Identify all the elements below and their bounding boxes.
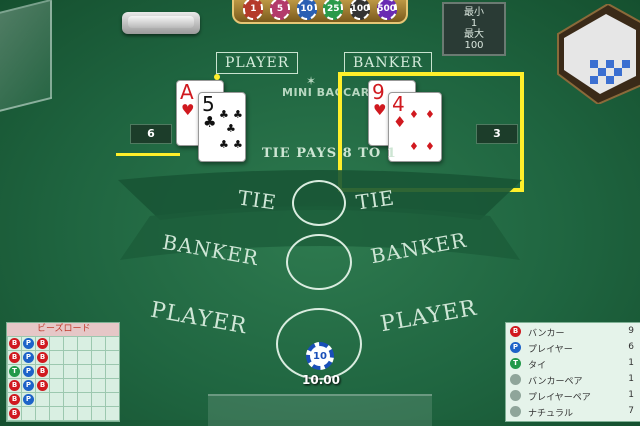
statistics-panel: B バンカー 9 P プレイヤー 6 T タイ 1 バンカーペア 1 プレイヤーペア 1 ナチュラル 7 (505, 322, 640, 422)
tie-pays-text: TIE PAYS 8 TO 1 (262, 146, 397, 161)
bead-road-title: ビーズロード (7, 323, 119, 336)
club-pip-icon: ♣ (219, 108, 229, 121)
banker-side-label: BANKER (344, 52, 432, 74)
max-label: 最大 (464, 29, 484, 40)
bead-road-grid: BPBBPBTPBBPBBPB (7, 336, 119, 421)
bet-chip[interactable]: 10 (306, 342, 334, 370)
bead-P: P (23, 380, 34, 391)
stat-value: 9 (628, 326, 634, 336)
stat-icon (510, 406, 521, 417)
club-pip-icon: ♣ (219, 138, 229, 151)
bead-B: B (37, 352, 48, 363)
chip-500: 500 (376, 0, 397, 20)
bead-P: P (23, 338, 34, 349)
bead-B: B (37, 380, 48, 391)
stat-value: 7 (628, 406, 634, 416)
bet-amount: 10.00 (302, 373, 340, 387)
stat-label: ナチュラル (528, 409, 574, 419)
min-value: 1 (470, 18, 478, 29)
card-rank: 5 (202, 92, 215, 116)
bead-road: ビーズロード BPBBPBTPBBPBBPB (6, 322, 120, 422)
bead-P: P (23, 352, 34, 363)
card-shoe-handle (122, 12, 200, 34)
bead-T: T (9, 366, 20, 377)
club-icon: ♣ (203, 113, 217, 131)
club-pip-icon: ♣ (233, 108, 243, 121)
max-value: 100 (464, 40, 484, 51)
club-pip-icon: ♣ (233, 138, 243, 151)
stat-row: B バンカー 9 (506, 324, 640, 340)
bead-B: B (9, 394, 20, 405)
chip-10: 10 (296, 0, 317, 20)
chip-1: 1 (243, 0, 264, 20)
bead-B: B (9, 352, 20, 363)
player-card-2: 5 ♣ ♣ ♣ ♣ ♣ ♣ (198, 92, 246, 162)
stat-icon (510, 390, 521, 401)
banker-bet-spot[interactable] (286, 234, 352, 290)
stat-label: プレイヤー (528, 345, 573, 355)
stat-row: ナチュラル 7 (506, 404, 640, 420)
stat-row: バンカーペア 1 (506, 372, 640, 388)
bead-B: B (37, 366, 48, 377)
stat-value: 6 (628, 342, 634, 352)
chip-100: 100 (349, 0, 370, 20)
stat-value: 1 (628, 358, 634, 368)
stat-icon: T (510, 358, 521, 369)
bead-B: B (9, 380, 20, 391)
chip-tray: 1 5 10 25 100 500 (232, 0, 408, 24)
highlight-underline (116, 153, 180, 156)
stat-icon: B (510, 326, 521, 337)
stat-label: タイ (528, 361, 547, 371)
player-score: 6 (130, 124, 172, 144)
stat-value: 1 (628, 374, 634, 384)
stat-row: P プレイヤー 6 (506, 340, 640, 356)
stat-label: バンカーペア (528, 377, 583, 387)
card-shoe (557, 4, 640, 104)
stat-label: バンカー (528, 329, 565, 339)
bead-B: B (37, 338, 48, 349)
stat-label: プレイヤーペア (528, 393, 591, 403)
stat-row: T タイ 1 (506, 356, 640, 372)
stat-icon: P (510, 342, 521, 353)
player-side-label: PLAYER (216, 52, 299, 74)
chip-5: 5 (269, 0, 290, 20)
bead-B: B (9, 338, 20, 349)
min-label: 最小 (464, 7, 484, 18)
bead-P: P (23, 394, 34, 405)
bead-P: P (23, 366, 34, 377)
stat-value: 1 (628, 390, 634, 400)
deal-marker (214, 74, 220, 80)
chip-25: 25 (323, 0, 344, 20)
stat-icon (510, 374, 521, 385)
tie-bet-spot[interactable] (292, 180, 346, 226)
club-pip-icon: ♣ (226, 122, 236, 135)
stat-row: プレイヤーペア 1 (506, 388, 640, 404)
bead-B: B (9, 408, 20, 419)
card-rank: A (180, 80, 194, 104)
heart-icon: ♥ (181, 101, 195, 119)
bottom-control-panel (208, 394, 432, 426)
table-limits-panel: 最小 1 最大 100 (442, 2, 506, 56)
discard-tray (0, 0, 52, 114)
